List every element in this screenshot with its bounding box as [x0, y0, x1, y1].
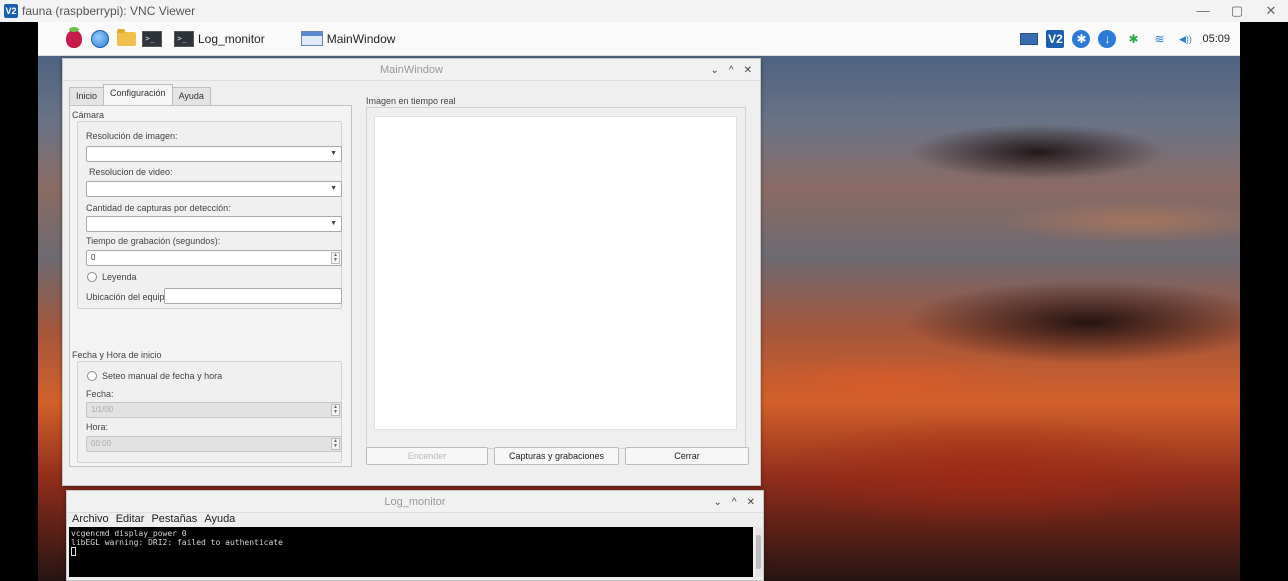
main-window-titlebar[interactable]: MainWindow ⌄ ^ ✕	[63, 59, 760, 81]
minimize-button[interactable]: ⌄	[711, 65, 719, 76]
manual-datetime-radio[interactable]	[87, 371, 97, 381]
tab-ayuda[interactable]: Ayuda	[171, 87, 211, 105]
close-window-button[interactable]: ✕	[744, 65, 752, 76]
captures-label: Cantidad de capturas por detección:	[86, 203, 231, 213]
vnc-titlebar: V2 fauna (raspberrypi): VNC Viewer — ▢ ✕	[0, 0, 1288, 22]
legend-label: Leyenda	[102, 272, 137, 282]
taskbar-task-mainwindow[interactable]: MainWindow	[295, 25, 402, 53]
maximize-button[interactable]: ^	[729, 65, 734, 76]
log-window-title: Log_monitor	[384, 495, 446, 508]
legend-radio[interactable]	[87, 272, 97, 282]
time-label: Hora:	[86, 422, 109, 432]
spin-buttons[interactable]: ▲ ▼	[331, 404, 340, 416]
raspberry-menu-icon[interactable]	[64, 26, 84, 49]
time-edit[interactable]: 00:00 ▲ ▼	[86, 436, 342, 452]
file-manager-icon[interactable]	[116, 28, 136, 49]
location-input[interactable]	[164, 288, 342, 304]
clock[interactable]: 05:09	[1202, 33, 1230, 45]
close-button[interactable]: Cerrar	[625, 447, 749, 465]
terminal-scrollbar[interactable]	[755, 527, 763, 577]
main-window-title: MainWindow	[380, 63, 443, 76]
vnc-close-button[interactable]: ✕	[1254, 0, 1288, 22]
manual-datetime-label: Seteo manual de fecha y hora	[102, 371, 223, 381]
camera-group: Resolución de imagen: ▼ Resolucion de vi…	[77, 121, 342, 309]
vnc-maximize-button[interactable]: ▢	[1220, 0, 1254, 22]
main-window: MainWindow ⌄ ^ ✕ Inicio Configuración Ay…	[62, 58, 761, 486]
terminal-line: libEGL warning: DRI2: failed to authenti…	[71, 538, 283, 547]
record-time-label: Tiempo de grabación (segundos):	[86, 236, 221, 246]
update-icon[interactable]: ↓	[1098, 30, 1117, 48]
window-icon	[300, 31, 323, 46]
preview-group	[366, 107, 746, 449]
task-label: MainWindow	[326, 31, 396, 46]
terminal-line: vcgencmd display_power 0	[71, 529, 187, 538]
tab-inicio[interactable]: Inicio	[69, 87, 105, 105]
image-resolution-label: Resolución de imagen:	[86, 131, 178, 141]
taskbar-task-log-monitor[interactable]: >_ Log_monitor	[168, 25, 271, 53]
chevron-down-icon: ▼	[330, 220, 337, 227]
minimize-button[interactable]: ⌄	[714, 497, 722, 508]
system-tray: V2 ✱ ↓ ✱ ≋ ◀)) 05:09	[1020, 22, 1240, 56]
network-wired-icon[interactable]	[1020, 30, 1039, 48]
tab-bar: Inicio Configuración Ayuda	[69, 84, 211, 105]
terminal-launcher-icon[interactable]: >_	[142, 29, 162, 49]
record-time-spinbox[interactable]: 0 ▲ ▼	[86, 250, 342, 266]
vnc-logo-icon: V2	[4, 4, 18, 18]
bluetooth-icon[interactable]: ✱	[1124, 30, 1142, 48]
date-edit[interactable]: 1/1/00 ▲ ▼	[86, 402, 342, 418]
spin-buttons[interactable]: ▲ ▼	[331, 438, 340, 450]
datetime-heading: Fecha y Hora de inicio	[72, 350, 162, 360]
date-label: Fecha:	[86, 389, 114, 399]
captures-select[interactable]: ▼	[86, 216, 342, 232]
live-image-preview	[374, 116, 737, 430]
log-window: Log_monitor ⌄ ^ ✕ Archivo Editar Pestaña…	[66, 490, 764, 581]
task-label: Log_monitor	[198, 31, 265, 46]
taskbar: >_ >_ Log_monitor MainWindow V2 ✱ ↓ ✱ ≋ …	[38, 22, 1240, 56]
vnc-server-icon[interactable]: V2	[1046, 30, 1065, 48]
video-resolution-label: Resolucion de video:	[89, 167, 173, 177]
location-label: Ubicación del equipo:	[86, 292, 173, 302]
spin-buttons[interactable]: ▲ ▼	[331, 252, 340, 264]
wifi-icon[interactable]: ≋	[1150, 30, 1168, 48]
image-resolution-select[interactable]: ▼	[86, 146, 342, 162]
log-window-titlebar[interactable]: Log_monitor ⌄ ^ ✕	[67, 491, 763, 513]
datetime-group: Seteo manual de fecha y hora Fecha: 1/1/…	[77, 361, 342, 463]
camera-heading: Cámara	[72, 110, 105, 120]
tab-configuracion[interactable]: Configuración	[103, 84, 173, 105]
remote-desktop[interactable]: >_ >_ Log_monitor MainWindow V2 ✱ ↓ ✱ ≋ …	[38, 22, 1240, 581]
vnc-minimize-button[interactable]: —	[1186, 0, 1220, 22]
terminal-cursor	[71, 547, 76, 556]
video-resolution-select[interactable]: ▼	[86, 181, 342, 197]
captures-button[interactable]: Capturas y grabaciones	[494, 447, 619, 465]
maximize-button[interactable]: ^	[732, 497, 737, 508]
terminal-output[interactable]: vcgencmd display_power 0 libEGL warning: …	[69, 527, 753, 577]
start-button[interactable]: Encender	[366, 447, 488, 465]
chevron-down-icon: ▼	[330, 185, 337, 192]
terminal-icon: >_	[174, 30, 194, 47]
bluetooth-badge-icon[interactable]: ✱	[1072, 30, 1091, 48]
config-panel: Cámara Resolución de imagen: ▼ Resolucio…	[69, 105, 352, 467]
vnc-title-text: fauna (raspberrypi): VNC Viewer	[22, 4, 196, 18]
volume-icon[interactable]: ◀))	[1176, 30, 1194, 48]
browser-icon[interactable]	[90, 29, 110, 49]
preview-label: Imagen en tiempo real	[366, 96, 456, 106]
close-window-button[interactable]: ✕	[747, 497, 755, 508]
chevron-down-icon: ▼	[330, 150, 337, 157]
